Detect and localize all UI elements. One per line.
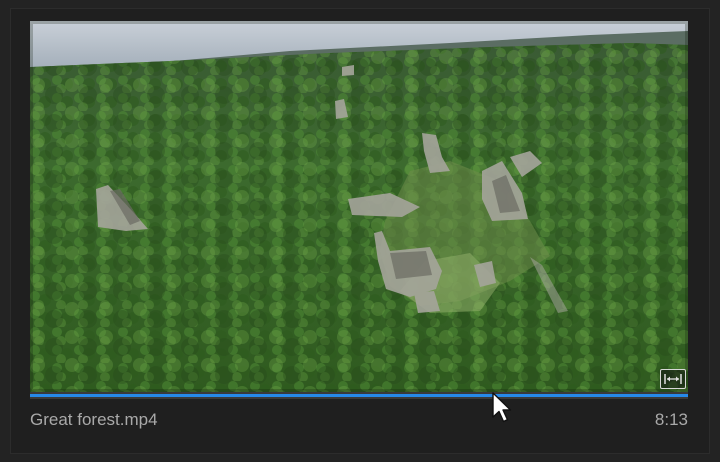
mouse-pointer-icon (492, 392, 512, 423)
fit-to-frame-icon (664, 374, 682, 384)
fit-to-frame-button[interactable] (660, 369, 686, 389)
scrubber-track (30, 394, 688, 397)
clip-scrubber[interactable] (30, 392, 688, 399)
source-monitor-panel: Great forest.mp4 8:13 (0, 0, 720, 462)
video-preview[interactable] (30, 21, 688, 392)
clip-duration: 8:13 (654, 410, 688, 429)
clip-file-name: Great forest.mp4 (30, 410, 158, 429)
aerial-forest-frame (30, 21, 688, 392)
